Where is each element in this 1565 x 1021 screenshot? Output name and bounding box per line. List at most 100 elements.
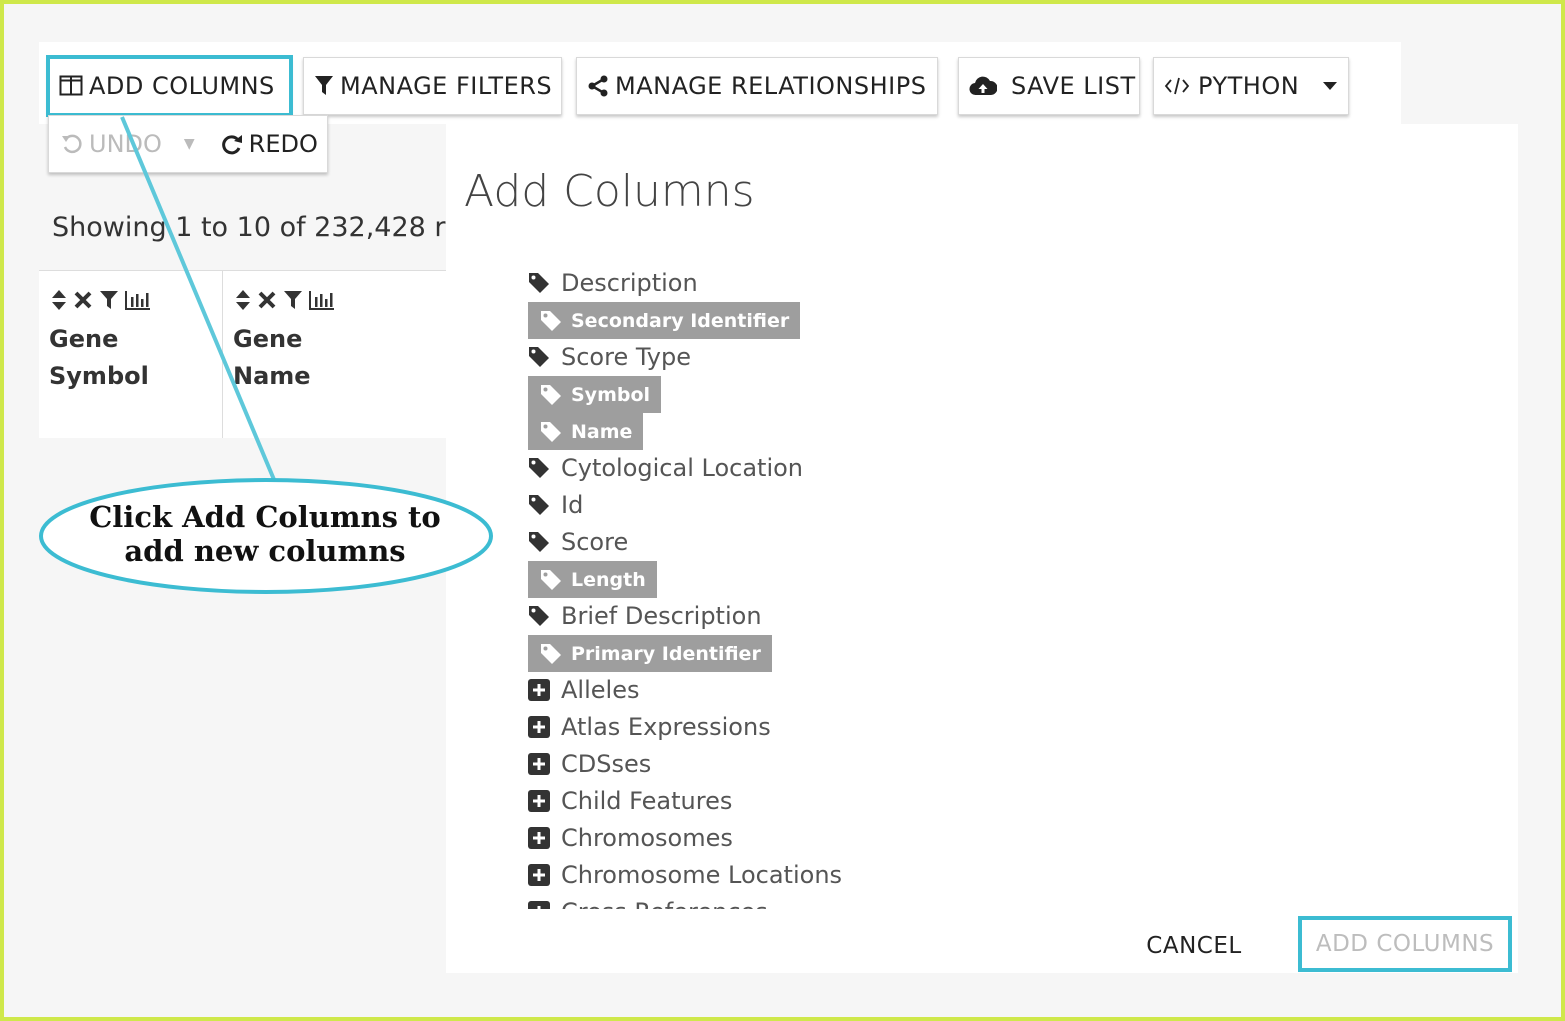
sort-icon[interactable] (51, 289, 67, 315)
attribute-item[interactable]: Cytological Location (528, 449, 803, 486)
manage-relationships-label: MANAGE RELATIONSHIPS (615, 72, 927, 100)
remove-column-icon[interactable] (257, 290, 277, 314)
filter-column-icon[interactable] (99, 290, 119, 314)
save-list-label: SAVE LIST (1011, 72, 1136, 100)
tag-icon (528, 531, 552, 553)
manage-filters-label: MANAGE FILTERS (340, 72, 553, 100)
plus-square-icon (528, 715, 552, 738)
column-summary-icon[interactable] (125, 290, 151, 314)
python-button[interactable]: PYTHON (1153, 57, 1349, 115)
manage-filters-button[interactable]: MANAGE FILTERS (303, 57, 562, 115)
undo-caret-icon[interactable]: ▼ (184, 136, 195, 152)
filter-icon (314, 75, 334, 97)
item-label: Atlas Expressions (561, 712, 771, 741)
item-label: Alleles (561, 675, 640, 704)
plus-square-icon (528, 863, 552, 886)
chip-label: Length (571, 568, 646, 591)
selected-column-chip[interactable]: Name (528, 413, 644, 450)
column-title-gene-symbol: Gene Symbol (49, 325, 149, 390)
tag-icon (528, 346, 552, 368)
columns-icon (59, 75, 83, 97)
cloud-upload-icon (969, 75, 997, 97)
dialog-title: Add Columns (464, 166, 755, 217)
chip-label: Symbol (571, 383, 651, 406)
redo-label: REDO (248, 130, 318, 158)
add-columns-label: ADD COLUMNS (89, 72, 275, 100)
chip-label: Primary Identifier (571, 642, 761, 665)
add-columns-dialog: Add Columns Description Secondary Identif… (446, 124, 1518, 973)
confirm-add-columns-button[interactable]: ADD COLUMNS (1298, 916, 1512, 972)
selected-column-chip[interactable]: Primary Identifier (528, 635, 772, 672)
undo-label: UNDO (89, 130, 162, 158)
undo-redo-group: UNDO ▼ REDO (48, 115, 328, 173)
selected-column-chip[interactable]: Symbol (528, 376, 662, 413)
tag-icon (528, 457, 552, 479)
column-header: Gene Name (223, 271, 446, 438)
plus-square-icon (528, 900, 552, 909)
tag-icon (540, 569, 562, 591)
reference-expander[interactable]: Alleles (528, 671, 639, 708)
reference-expander[interactable]: Chromosome Locations (528, 856, 842, 893)
filter-column-icon[interactable] (283, 290, 303, 314)
tag-icon (528, 272, 552, 294)
reference-expander[interactable]: Cross References (528, 893, 768, 909)
column-tools (235, 289, 335, 315)
column-header: Gene Symbol (39, 271, 223, 438)
python-label: PYTHON (1198, 72, 1300, 100)
plus-square-icon (528, 678, 552, 701)
item-label: CDSses (561, 749, 652, 778)
item-label: Chromosome Locations (561, 860, 843, 889)
plus-square-icon (528, 752, 552, 775)
caret-down-icon (1323, 82, 1338, 90)
redo-icon (221, 132, 243, 156)
save-list-button[interactable]: SAVE LIST (958, 57, 1140, 115)
results-count: Showing 1 to 10 of 232,428 rows (52, 212, 446, 243)
selected-column-chip[interactable]: Secondary Identifier (528, 302, 801, 339)
attribute-item[interactable]: Id (528, 486, 583, 523)
selected-column-chip[interactable]: Length (528, 561, 657, 598)
undo-icon (61, 133, 83, 155)
item-label: Cytological Location (561, 453, 804, 482)
chip-label: Name (571, 420, 633, 443)
attribute-item[interactable]: Score (528, 523, 628, 560)
remove-column-icon[interactable] (73, 290, 93, 314)
undo-button[interactable]: UNDO (61, 130, 162, 158)
chip-label: Secondary Identifier (571, 309, 790, 332)
plus-square-icon (528, 826, 552, 849)
sort-icon[interactable] (235, 289, 251, 315)
tag-icon (540, 643, 562, 665)
item-label: Score Type (561, 342, 691, 371)
cancel-button[interactable]: CANCEL (1146, 924, 1242, 968)
code-icon (1164, 76, 1190, 96)
reference-expander[interactable]: Chromosomes (528, 819, 733, 856)
reference-expander[interactable]: Atlas Expressions (528, 708, 771, 745)
attribute-item[interactable]: Brief Description (528, 597, 762, 634)
redo-button[interactable]: REDO (221, 130, 318, 158)
tag-icon (540, 384, 562, 406)
tag-icon (528, 605, 552, 627)
add-columns-button[interactable]: ADD COLUMNS (46, 55, 293, 117)
reference-expander[interactable]: Child Features (528, 782, 732, 819)
item-label: Brief Description (561, 601, 762, 630)
tag-icon (540, 421, 562, 443)
item-label: Child Features (561, 786, 733, 815)
tag-icon (540, 310, 562, 332)
item-label: Description (561, 268, 698, 297)
tag-icon (528, 494, 552, 516)
item-label: Cross References (561, 898, 768, 910)
item-label: Chromosomes (561, 823, 733, 852)
share-nodes-icon (587, 75, 609, 97)
column-picker-list[interactable]: Description Secondary Identifier Score Typ… (528, 264, 1128, 909)
attribute-item[interactable]: Score Type (528, 338, 691, 375)
attribute-item[interactable]: Description (528, 264, 698, 301)
reference-expander[interactable]: CDSses (528, 745, 651, 782)
plus-square-icon (528, 789, 552, 812)
results-table: Gene Symbol Gene Name (39, 270, 446, 438)
item-label: Id (561, 490, 584, 519)
column-summary-icon[interactable] (309, 290, 335, 314)
item-label: Score (561, 527, 629, 556)
column-tools (51, 289, 151, 315)
column-title-gene-name: Gene Name (233, 325, 311, 390)
callout-text: Click Add Columns to add new columns (89, 500, 441, 568)
manage-relationships-button[interactable]: MANAGE RELATIONSHIPS (576, 57, 938, 115)
